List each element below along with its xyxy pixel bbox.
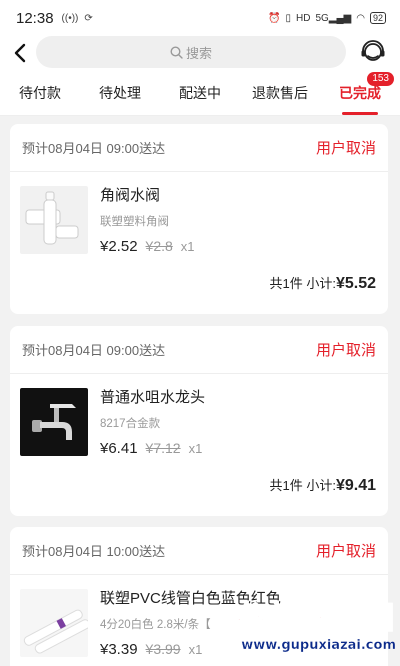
- order-total: ¥5.52: [335, 275, 376, 292]
- signal-dot-icon: ((•)): [61, 12, 79, 24]
- product-price: ¥6.41: [100, 440, 138, 457]
- order-item[interactable]: 普通水咀水龙头 8217合金款 ¥6.41 ¥7.12 x1: [10, 374, 388, 460]
- tab-refund-aftersales[interactable]: 退款售后: [240, 70, 320, 115]
- search-placeholder: 搜索: [185, 45, 212, 61]
- wifi-icon: ◠: [356, 12, 365, 24]
- customer-service-icon: [361, 40, 385, 61]
- order-summary: 共1件 小计:¥9.41: [269, 477, 376, 494]
- order-status: 用户取消: [315, 543, 376, 560]
- 5g-signal-icon: 5G▂▄▆: [315, 12, 352, 24]
- site-watermark: 谷普软件园 www.gupuxiazai.com: [200, 600, 396, 664]
- product-quantity: x1: [188, 441, 203, 456]
- hd-icon: HD: [295, 12, 311, 24]
- tab-pending-payment[interactable]: 待付款: [0, 70, 80, 115]
- order-status-tabs: 待付款 待处理 配送中 退款售后 已完成 153: [0, 70, 400, 116]
- order-card[interactable]: 预计08月04日 09:00送达 用户取消 角阀水阀 联塑塑料角阀 ¥2.52 …: [10, 124, 388, 314]
- search-input[interactable]: 搜索: [36, 36, 346, 68]
- product-quantity: x1: [180, 239, 195, 254]
- tab-pending-processing[interactable]: 待处理: [80, 70, 160, 115]
- order-status: 用户取消: [315, 140, 376, 157]
- product-name: 普通水咀水龙头: [100, 389, 206, 406]
- top-bar: 搜索: [0, 36, 400, 70]
- product-price: ¥3.39: [100, 641, 138, 658]
- product-image: [20, 186, 88, 254]
- vibrate-icon: ▯: [285, 12, 291, 24]
- product-image: [20, 589, 88, 657]
- order-summary: 共1件 小计:¥5.52: [269, 275, 376, 292]
- original-price: ¥7.12: [145, 440, 181, 456]
- tab-completed[interactable]: 已完成 153: [320, 70, 400, 115]
- order-item[interactable]: 角阀水阀 联塑塑料角阀 ¥2.52 ¥2.8 x1: [10, 172, 388, 258]
- delivery-eta: 预计08月04日 10:00送达: [22, 544, 166, 559]
- order-total: ¥9.41: [335, 477, 376, 494]
- product-spec: 4分20白色 2.8米/条【: [100, 619, 211, 631]
- count-badge: 153: [367, 72, 394, 86]
- product-spec: 联塑塑料角阀: [100, 216, 169, 228]
- delivery-eta: 预计08月04日 09:00送达: [22, 141, 166, 156]
- order-list[interactable]: 预计08月04日 09:00送达 用户取消 角阀水阀 联塑塑料角阀 ¥2.52 …: [0, 116, 400, 666]
- delivery-eta: 预计08月04日 09:00送达: [22, 343, 166, 358]
- sync-icon: ⟳: [84, 12, 93, 24]
- status-bar: 12:38 ((•)) ⟳ ⏰ ▯ HD 5G▂▄▆ ◠ 92: [0, 0, 400, 36]
- product-price: ¥2.52: [100, 238, 138, 255]
- product-image: [20, 388, 88, 456]
- original-price: ¥3.99: [145, 641, 181, 657]
- back-button[interactable]: [6, 38, 34, 68]
- watermark-title: 谷普软件园: [235, 600, 396, 637]
- customer-service-button[interactable]: [358, 37, 388, 67]
- chevron-left-icon: [14, 43, 26, 63]
- watermark-url: www.gupuxiazai.com: [241, 638, 396, 653]
- product-spec: 8217合金款: [100, 418, 161, 430]
- battery-level: 92: [372, 12, 383, 23]
- order-status: 用户取消: [315, 342, 376, 359]
- battery-icon: 92: [369, 12, 386, 24]
- tab-delivering[interactable]: 配送中: [160, 70, 240, 115]
- status-time: 12:38: [16, 9, 54, 27]
- order-card[interactable]: 预计08月04日 09:00送达 用户取消 普通水咀水龙头 8217合金款 ¥6…: [10, 326, 388, 516]
- product-name: 角阀水阀: [100, 187, 161, 204]
- search-icon: [170, 45, 183, 59]
- alarm-icon: ⏰: [268, 12, 281, 24]
- original-price: ¥2.8: [145, 238, 173, 254]
